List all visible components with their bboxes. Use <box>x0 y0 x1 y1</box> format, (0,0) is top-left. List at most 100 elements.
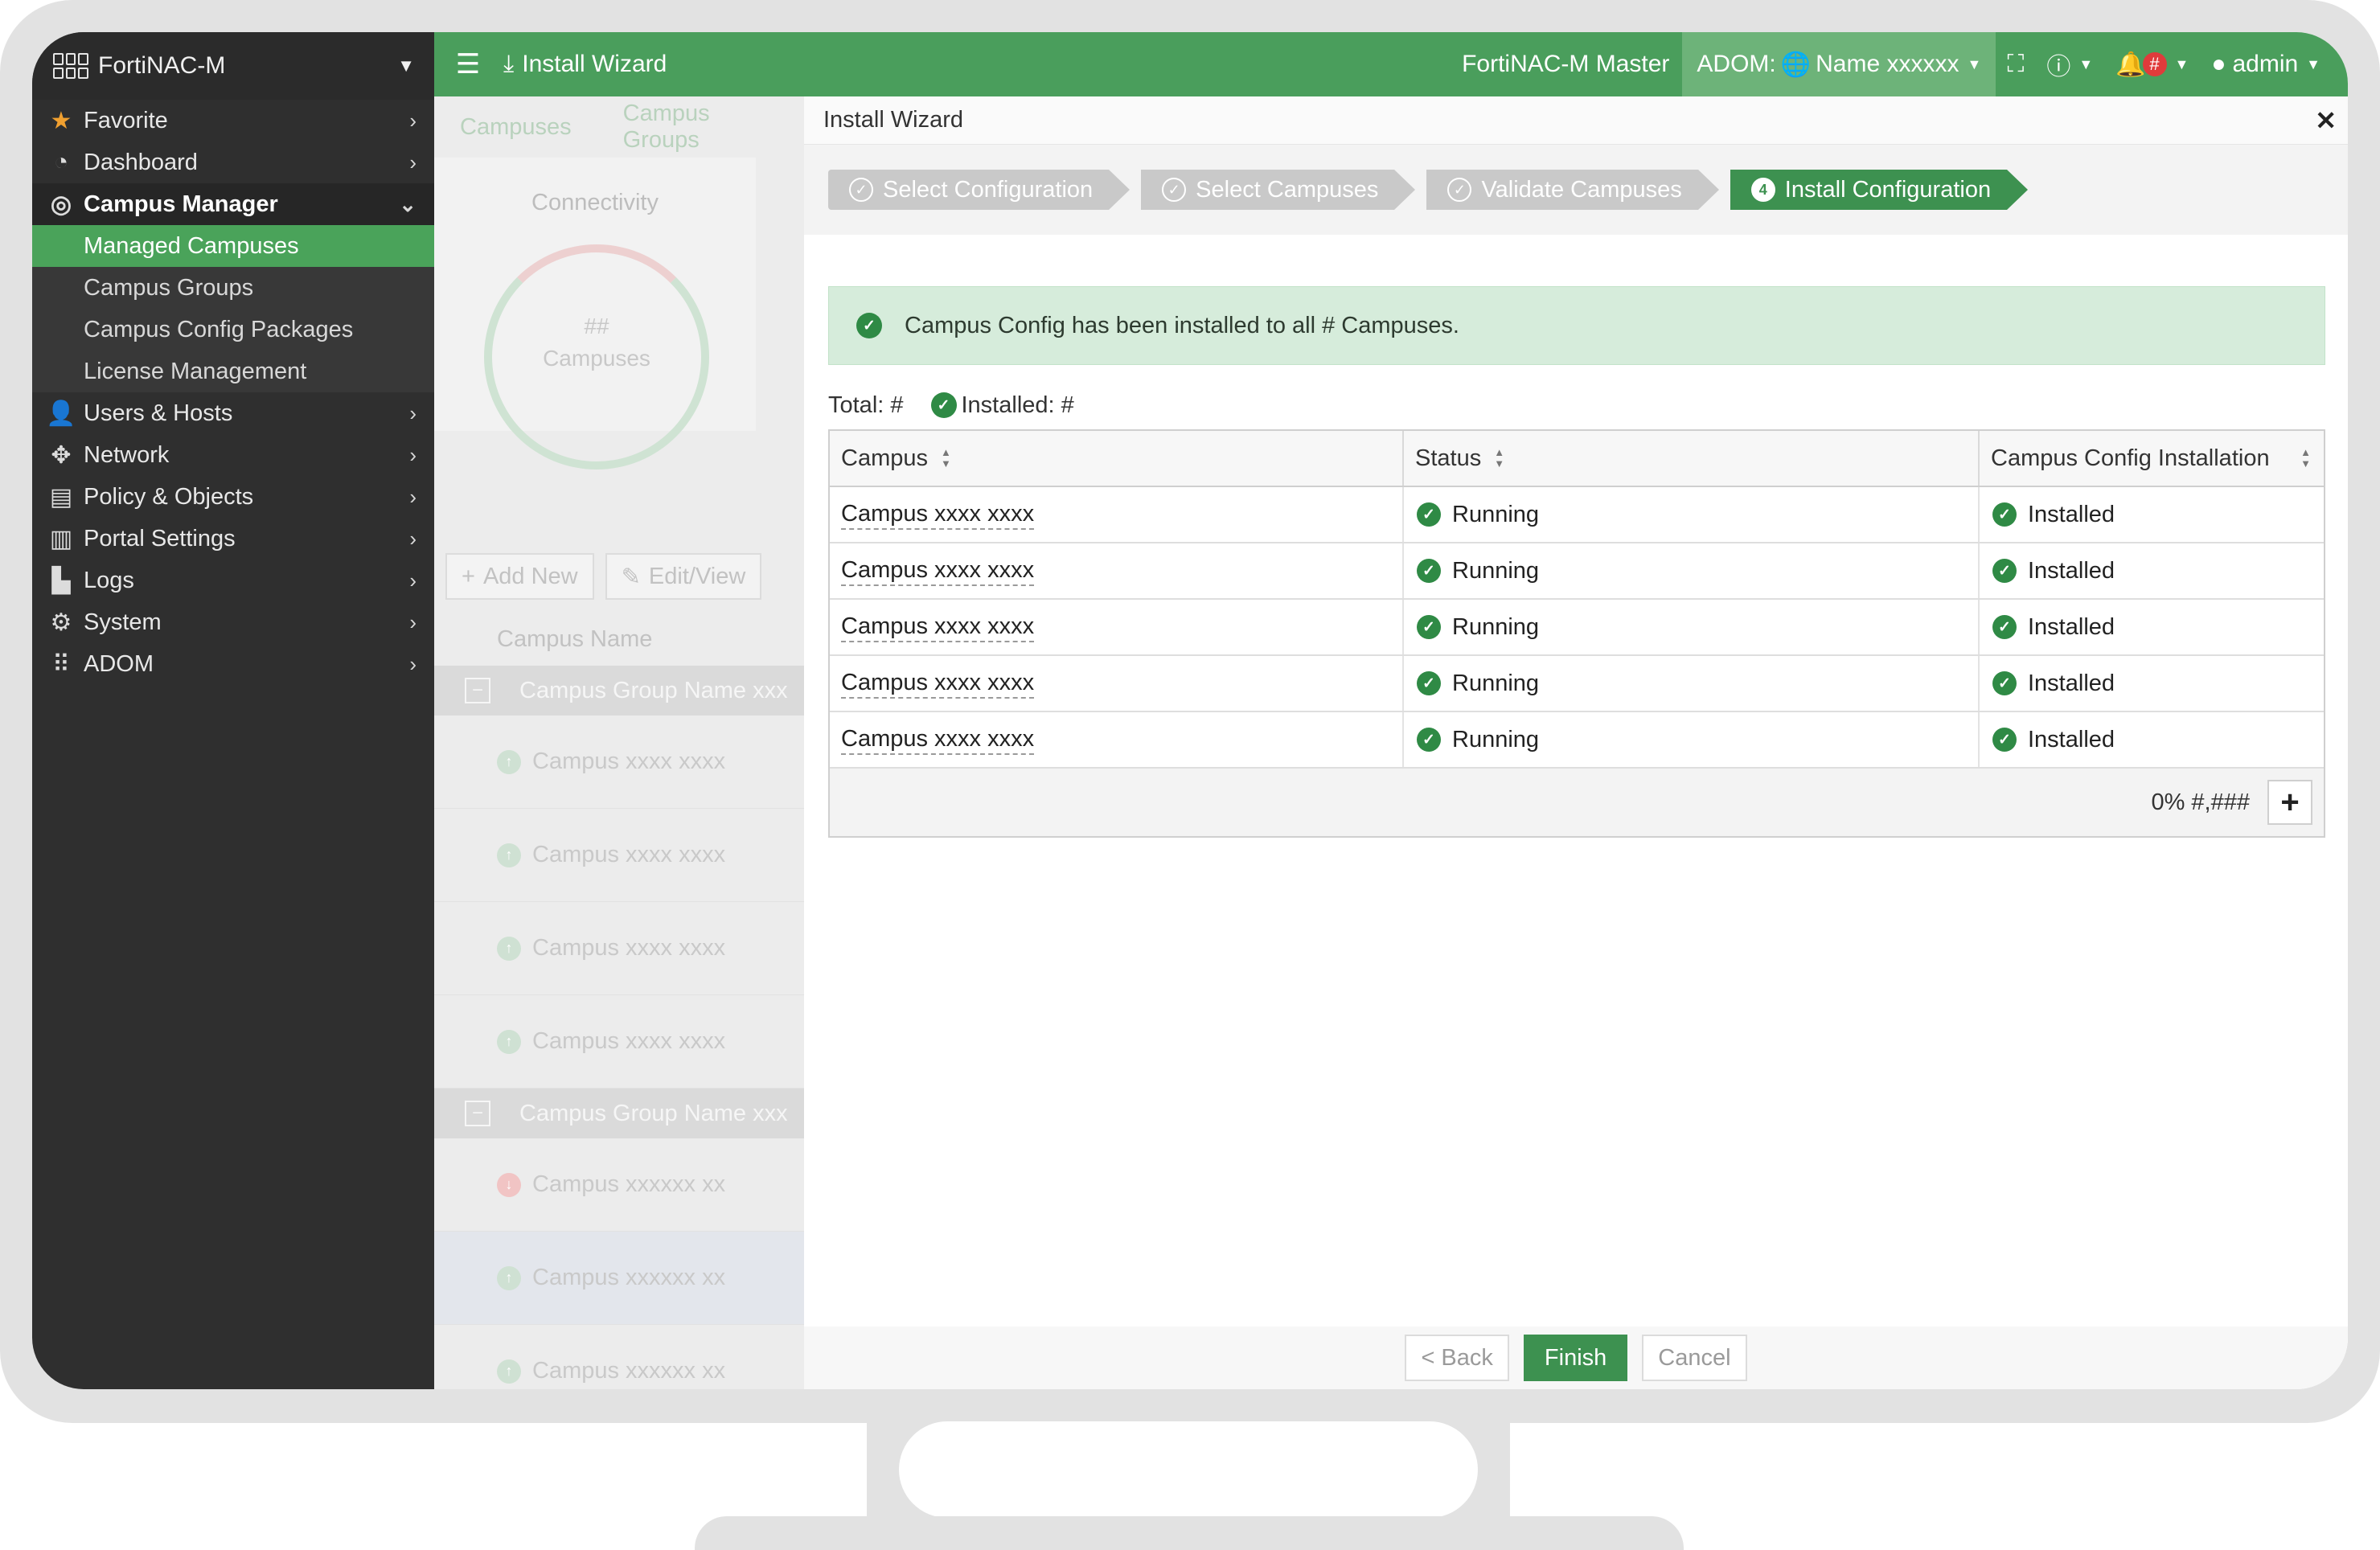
install-wizard-button[interactable]: ⤓ Install Wizard <box>503 51 667 78</box>
check-circle-icon: ✓ <box>1417 671 1441 695</box>
logs-icon: ▙ <box>51 567 71 594</box>
alert-message: Campus Config has been installed to all … <box>905 312 1459 338</box>
chevron-right-icon: › <box>409 651 416 676</box>
sidebar-item-adom[interactable]: ⠿ ADOM › <box>32 643 434 685</box>
background-tabs: Campuses Campus Groups <box>434 96 804 158</box>
caret-down-icon: ▼ <box>397 55 415 76</box>
back-button[interactable]: < Back <box>1405 1335 1509 1381</box>
cell-campus: Campus xxxx xxxx <box>830 543 1404 598</box>
user-icon: 👤 <box>46 400 76 427</box>
table-row: ↑Campus xxxxxx xx# <box>434 1325 804 1389</box>
edit-view-button: ✎ Edit/View <box>605 553 762 600</box>
adom-name: Name xxxxxx <box>1816 51 1959 77</box>
sidebar-item-label: Logs <box>84 567 134 593</box>
column-header-status[interactable]: Status ▲ ▼ <box>1404 431 1980 486</box>
sidebar-item-logs[interactable]: ▙ Logs › <box>32 560 434 601</box>
status-text: Running <box>1452 557 1540 584</box>
finish-button[interactable]: Finish <box>1523 1335 1628 1381</box>
menu-icon[interactable]: ☰ <box>444 48 492 80</box>
apps-grid-icon <box>53 53 88 79</box>
campus-link[interactable]: Campus xxxx xxxx <box>841 612 1035 642</box>
check-circle-icon: ✓ <box>849 178 873 202</box>
sidebar-item-users-hosts[interactable]: 👤 Users & Hosts › <box>32 392 434 434</box>
sidebar-item-portal-settings[interactable]: ▥ Portal Settings › <box>32 518 434 560</box>
check-circle-icon: ✓ <box>1992 671 2017 695</box>
check-circle-icon: ✓ <box>1417 502 1441 527</box>
notification-badge: # <box>2142 52 2167 76</box>
up-arrow-icon: ↑ <box>497 936 521 961</box>
sidebar-item-system[interactable]: ⚙ System › <box>32 601 434 643</box>
close-icon[interactable]: ✕ <box>2315 105 2337 136</box>
table-row[interactable]: Campus xxxx xxxx ✓ Running ✓ Installed <box>830 600 2324 656</box>
collapse-icon: − <box>465 678 490 703</box>
sidebar-item-favorite[interactable]: ★ Favorite › <box>32 100 434 141</box>
sidebar-subitem-license-management[interactable]: License Management <box>32 351 434 392</box>
chevron-down-icon: ⌄ <box>399 191 416 216</box>
sidebar-item-label: Policy & Objects <box>84 483 254 510</box>
install-text: Installed <box>2028 557 2115 584</box>
campus-link[interactable]: Campus xxxx xxxx <box>841 499 1035 530</box>
help-icon: ⓘ <box>2046 54 2071 80</box>
row-name: Campus xxxxxx xx <box>532 1358 726 1384</box>
sidebar-subitem-campus-config-packages[interactable]: Campus Config Packages <box>32 309 434 351</box>
ring-label: Campuses <box>543 346 650 371</box>
cell-status: ✓ Running <box>1404 712 1980 767</box>
table-row[interactable]: Campus xxxx xxxx ✓ Running ✓ Installed <box>830 487 2324 543</box>
cell-status: ✓ Running <box>1404 543 1980 598</box>
down-arrow-icon: ↓ <box>497 1172 521 1197</box>
dialog-title: Install Wizard <box>823 107 964 133</box>
step-install-configuration: 4 Install Configuration <box>1730 170 2029 210</box>
caret-down-icon: ▼ <box>2078 55 2094 72</box>
sidebar-item-label: Portal Settings <box>84 525 236 552</box>
adom-icon: ⠿ <box>52 650 70 678</box>
sidebar-item-campus-manager[interactable]: ◎ Campus Manager ⌄ <box>32 183 434 225</box>
sidebar-subitem-managed-campuses[interactable]: Managed Campuses <box>32 225 434 267</box>
caret-down-icon: ▼ <box>2174 55 2189 72</box>
campus-link[interactable]: Campus xxxx xxxx <box>841 668 1035 699</box>
table-row: ↑Campus xxxx xxxx# <box>434 716 804 809</box>
brand-switcher[interactable]: FortiNAC-M ▼ <box>32 32 434 100</box>
sidebar-item-policy-objects[interactable]: ▤ Policy & Objects › <box>32 476 434 518</box>
check-circle-icon: ✓ <box>1417 559 1441 583</box>
sidebar-item-network[interactable]: ✥ Network › <box>32 434 434 476</box>
sidebar-item-dashboard[interactable]: ◔ Dashboard › <box>32 141 434 183</box>
sort-icon: ▲ ▼ <box>1494 446 1505 470</box>
sidebar-item-label: Network <box>84 441 170 468</box>
adom-label: ADOM: <box>1697 51 1776 77</box>
adom-selector[interactable]: ADOM: 🌐 Name xxxxxx ▼ <box>1682 32 1996 96</box>
group-row: − Campus Group Name xxx <box>434 1089 804 1138</box>
table-row[interactable]: Campus xxxx xxxx ✓ Running ✓ Installed <box>830 543 2324 600</box>
dialog-header: Install Wizard ✕ <box>804 96 2348 145</box>
up-arrow-icon: ↑ <box>497 1029 521 1054</box>
check-circle-icon: ✓ <box>1992 559 2017 583</box>
background-toolbar: + Add New ✎ Edit/View <box>445 553 762 600</box>
row-name: Campus xxxxxx xx <box>532 1171 726 1197</box>
sidebar-item-label: Dashboard <box>84 149 198 175</box>
cell-installation: ✓ Installed <box>1980 656 2324 711</box>
edit-view-label: Edit/View <box>648 563 746 589</box>
col-campus-name: Campus Name <box>497 625 653 652</box>
monitor-base <box>695 1516 1684 1550</box>
check-circle-icon: ✓ <box>1992 728 2017 752</box>
install-text: Installed <box>2028 613 2115 640</box>
user-menu[interactable]: ● admin ▼ <box>2211 51 2320 78</box>
sidebar-subitem-campus-groups[interactable]: Campus Groups <box>32 267 434 309</box>
success-alert: ✓ Campus Config has been installed to al… <box>828 286 2325 365</box>
cancel-button[interactable]: Cancel <box>1642 1335 1747 1381</box>
sidebar-item-label: ADOM <box>84 650 154 677</box>
expand-plus-icon[interactable]: + <box>2267 780 2312 825</box>
chevron-right-icon: › <box>409 442 416 467</box>
campus-link[interactable]: Campus xxxx xxxx <box>841 724 1035 755</box>
column-header-installation[interactable]: Campus Config Installation ▲ ▼ <box>1980 431 2324 486</box>
table-row[interactable]: Campus xxxx xxxx ✓ Running ✓ Installed <box>830 656 2324 712</box>
campus-link[interactable]: Campus xxxx xxxx <box>841 556 1035 586</box>
username: admin <box>2232 51 2299 77</box>
fullscreen-icon[interactable]: ⛶ <box>2007 51 2024 78</box>
cell-installation: ✓ Installed <box>1980 543 2324 598</box>
chevron-right-icon: › <box>409 150 416 174</box>
totals-summary: Total: # ✓ Installed: # <box>828 389 1074 421</box>
help-menu[interactable]: ⓘ ▼ <box>2046 47 2093 82</box>
notifications-menu[interactable]: 🔔 # ▼ <box>2115 51 2189 79</box>
table-row[interactable]: Campus xxxx xxxx ✓ Running ✓ Installed <box>830 712 2324 769</box>
column-header-campus[interactable]: Campus ▲ ▼ <box>830 431 1404 486</box>
